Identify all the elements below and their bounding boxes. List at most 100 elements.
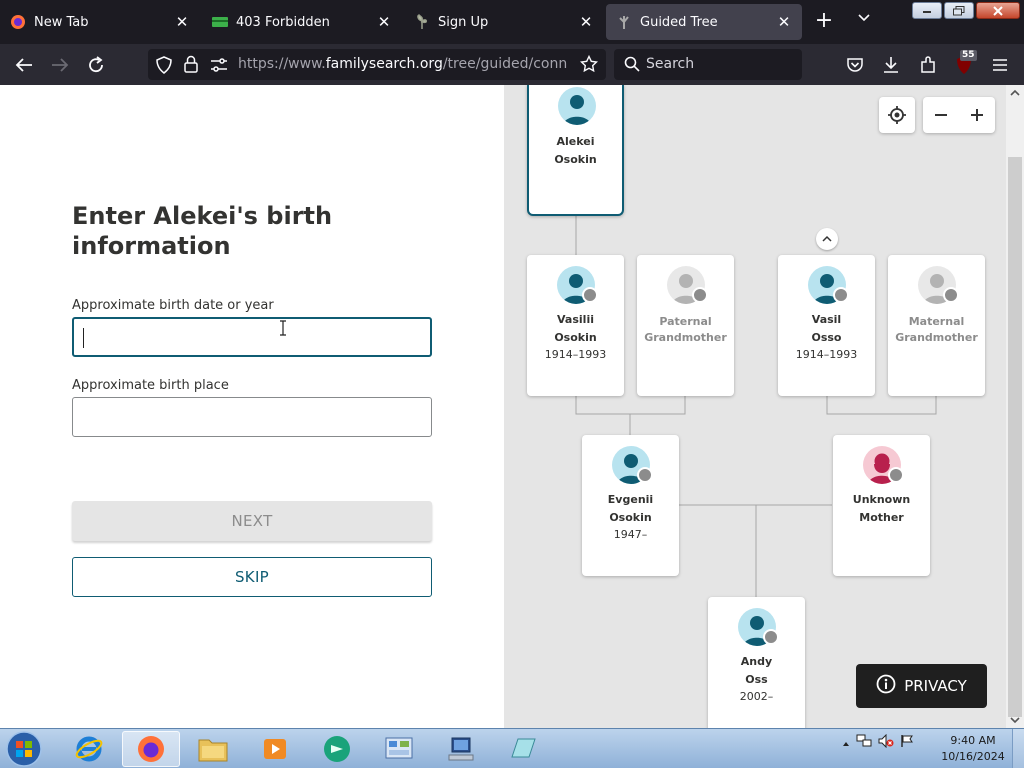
- person-card-maternal-grandmother[interactable]: Maternal Grandmother: [888, 255, 985, 396]
- tab-strip: New Tab ✕ 403 Forbidden ✕ Sign Up ✕ Guid…: [0, 0, 1024, 44]
- edit-pencil-icon[interactable]: [692, 287, 708, 303]
- placeholder-label: Grandmother: [895, 331, 978, 344]
- person-first-name: Unknown: [852, 493, 911, 506]
- person-card-focus[interactable]: Alekei Osokin: [527, 85, 624, 216]
- download-icon[interactable]: [878, 52, 904, 78]
- new-tab-button[interactable]: +: [812, 9, 836, 35]
- permissions-icon[interactable]: [210, 57, 228, 77]
- clock-time: 9:40 AM: [950, 734, 996, 747]
- zoom-out-icon[interactable]: [923, 97, 959, 133]
- close-icon[interactable]: ✕: [174, 13, 190, 31]
- privacy-button[interactable]: PRIVACY: [856, 664, 987, 708]
- person-card-vasil-osso[interactable]: Vasil Osso 1914–1993: [778, 255, 875, 396]
- person-last-name: Osokin: [554, 153, 597, 166]
- search-bar[interactable]: Search: [614, 49, 802, 80]
- search-input[interactable]: Search: [646, 56, 694, 72]
- collapse-chevron-icon[interactable]: [816, 228, 838, 250]
- person-first-name: Vasil: [811, 313, 842, 326]
- person-last-name: Oss: [745, 673, 768, 686]
- shield-icon[interactable]: [156, 56, 172, 78]
- notepad-icon[interactable]: [494, 731, 552, 767]
- start-button[interactable]: [3, 730, 45, 768]
- recenter-control: [879, 97, 915, 133]
- scroll-up-icon[interactable]: [1010, 89, 1020, 97]
- internet-explorer-icon[interactable]: [60, 731, 118, 767]
- network-icon[interactable]: [856, 733, 872, 752]
- tab-sign-up[interactable]: Sign Up ✕: [404, 4, 604, 40]
- person-first-name: Evgenii: [607, 493, 654, 506]
- system-clock[interactable]: 9:40 AM 10/16/2024: [938, 733, 1008, 765]
- family-tree-canvas[interactable]: Alekei Osokin Vasilii Osokin 1914–1993 P…: [504, 85, 1006, 728]
- chevron-down-icon[interactable]: [852, 10, 876, 34]
- tab-title: Guided Tree: [640, 14, 718, 30]
- bookmark-star-icon[interactable]: [579, 54, 599, 77]
- person-card-vasilii-osokin[interactable]: Vasilii Osokin 1914–1993: [527, 255, 624, 396]
- file-explorer-icon[interactable]: [184, 731, 242, 767]
- pocket-icon[interactable]: [842, 52, 868, 78]
- chevron-up-icon[interactable]: [842, 733, 850, 752]
- url-path: /tree/guided/connect-to-: [442, 56, 568, 72]
- person-card-andy-oss[interactable]: Andy Oss 2002–: [708, 597, 805, 728]
- edit-pencil-icon[interactable]: [763, 629, 779, 645]
- url-bar[interactable]: https://www.familysearch.org/tree/guided…: [148, 49, 606, 80]
- person-lifespan: 1947–: [613, 528, 648, 541]
- birth-place-input[interactable]: [73, 398, 431, 436]
- scrollbar-thumb[interactable]: [1008, 157, 1022, 717]
- skip-button[interactable]: SKIP: [72, 557, 432, 597]
- birth-date-label: Approximate birth date or year: [72, 298, 274, 313]
- person-lifespan: 2002–: [739, 690, 774, 703]
- page-scrollbar[interactable]: [1006, 85, 1024, 728]
- tab-guided-tree[interactable]: Guided Tree ✕: [606, 4, 802, 40]
- firefox-taskbar-icon[interactable]: [122, 731, 180, 767]
- network-computer-icon[interactable]: [432, 731, 490, 767]
- person-card-paternal-grandmother[interactable]: Paternal Grandmother: [637, 255, 734, 396]
- media-player-icon[interactable]: [246, 731, 304, 767]
- windows-taskbar: 9:40 AM 10/16/2024: [0, 728, 1024, 768]
- edit-pencil-icon[interactable]: [943, 287, 959, 303]
- chat-app-icon[interactable]: [308, 731, 366, 767]
- minimize-button[interactable]: [912, 2, 942, 19]
- birth-date-field[interactable]: [72, 317, 432, 357]
- tab-new-tab[interactable]: New Tab ✕: [0, 4, 200, 40]
- person-last-name: Osso: [811, 331, 842, 344]
- info-icon: [876, 674, 896, 698]
- forward-arrow-icon[interactable]: [47, 52, 73, 78]
- birth-info-form: Enter Alekei's birth information Approxi…: [0, 85, 504, 728]
- tab-403-forbidden[interactable]: 403 Forbidden ✕: [202, 4, 402, 40]
- birth-date-input[interactable]: [74, 319, 430, 355]
- recenter-target-icon[interactable]: [879, 97, 915, 133]
- scroll-down-icon[interactable]: [1010, 716, 1020, 724]
- close-icon[interactable]: ✕: [578, 13, 594, 31]
- reload-icon[interactable]: [83, 52, 109, 78]
- text-caret: [83, 328, 84, 348]
- close-icon[interactable]: ✕: [776, 13, 792, 31]
- card-icon: [212, 14, 228, 30]
- lock-icon[interactable]: [184, 55, 198, 77]
- window-controls: [912, 2, 1020, 19]
- zoom-in-icon[interactable]: [959, 97, 995, 133]
- person-first-name: Vasilii: [557, 313, 594, 326]
- edit-pencil-icon[interactable]: [833, 287, 849, 303]
- url-text[interactable]: https://www.familysearch.org/tree/guided…: [238, 56, 568, 72]
- back-arrow-icon[interactable]: [11, 52, 37, 78]
- person-card-unknown-mother[interactable]: Unknown Mother: [833, 435, 930, 576]
- control-panel-icon[interactable]: [370, 731, 428, 767]
- person-card-evgenii-osokin[interactable]: Evgenii Osokin 1947–: [582, 435, 679, 576]
- close-window-button[interactable]: [976, 2, 1020, 19]
- next-button[interactable]: NEXT: [72, 501, 432, 541]
- edit-pencil-icon[interactable]: [637, 467, 653, 483]
- birth-place-label: Approximate birth place: [72, 378, 229, 393]
- person-lifespan: 1914–1993: [544, 348, 607, 361]
- person-first-name: Alekei: [556, 135, 595, 148]
- show-desktop-button[interactable]: [1012, 729, 1024, 768]
- menu-icon[interactable]: [987, 52, 1013, 78]
- close-icon[interactable]: ✕: [376, 13, 392, 31]
- person-first-name: Andy: [740, 655, 773, 668]
- action-center-flag-icon[interactable]: [900, 733, 914, 752]
- extensions-icon[interactable]: [915, 52, 941, 78]
- birth-place-field[interactable]: [72, 397, 432, 437]
- restore-button[interactable]: [944, 2, 974, 19]
- edit-pencil-icon[interactable]: [888, 467, 904, 483]
- edit-pencil-icon[interactable]: [582, 287, 598, 303]
- volume-muted-icon[interactable]: [878, 733, 894, 752]
